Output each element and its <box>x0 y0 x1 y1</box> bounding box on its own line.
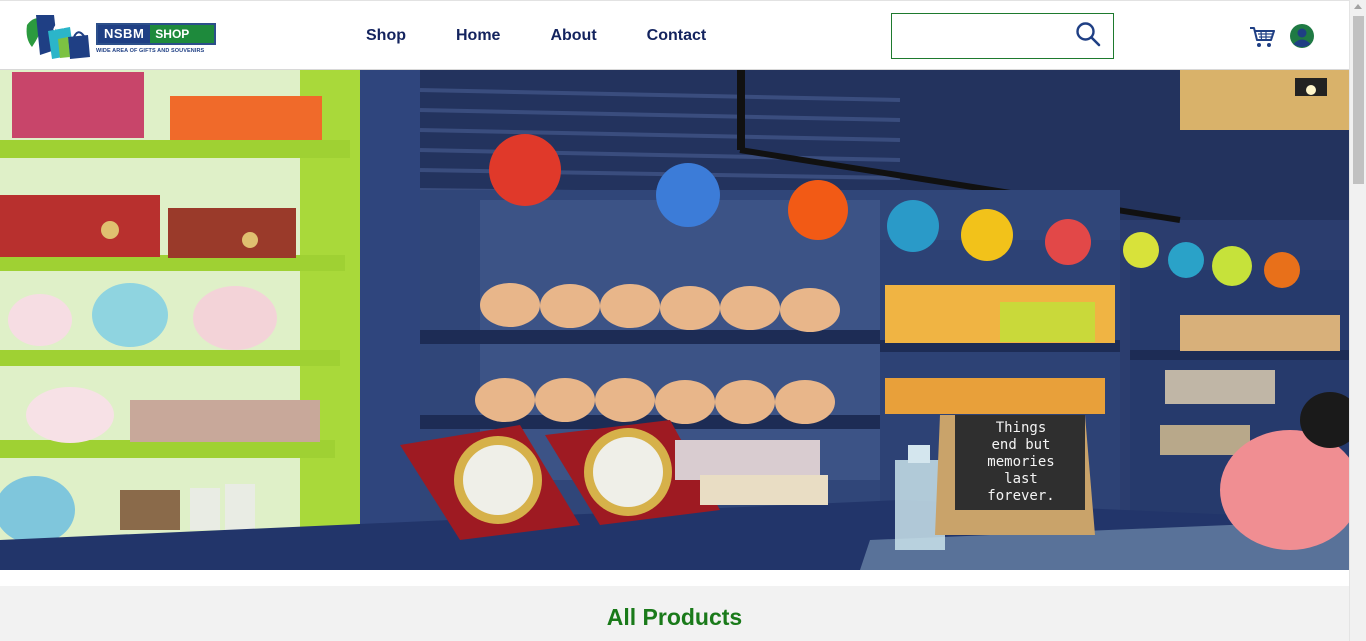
chalkboard-line: end but <box>991 437 1051 453</box>
chalkboard-text: Things end but memories last forever. <box>962 420 1080 505</box>
brand-logo[interactable]: NSBM SHOP WIDE AREA OF GIFTS AND SOUVENI… <box>24 11 220 61</box>
products-heading: All Products <box>606 604 743 630</box>
brand-name-badge: NSBM SHOP <box>96 23 216 45</box>
chalkboard-line: Things <box>995 420 1047 436</box>
user-icon[interactable] <box>1290 24 1314 48</box>
nav-item-shop[interactable]: Shop <box>366 26 406 46</box>
search-box <box>891 13 1114 59</box>
scrollbar-thumb[interactable] <box>1353 16 1364 184</box>
brand-tagline: WIDE AREA OF GIFTS AND SOUVENIRS <box>96 48 205 54</box>
main-nav: Shop Home About Contact <box>366 26 706 46</box>
search-input[interactable] <box>896 18 1066 54</box>
shopping-bags-logo-icon <box>26 15 90 59</box>
nav-item-home[interactable]: Home <box>456 26 500 46</box>
page: NSBM SHOP WIDE AREA OF GIFTS AND SOUVENI… <box>0 0 1349 641</box>
nav-item-contact[interactable]: Contact <box>647 26 707 46</box>
search-icon[interactable] <box>1075 21 1101 47</box>
page-scrollbar[interactable] <box>1349 0 1366 641</box>
scroll-up-arrow-icon[interactable] <box>1354 4 1362 9</box>
chalkboard-line: last <box>1004 471 1038 487</box>
brand-name-part2: SHOP <box>155 27 190 41</box>
hero-banner: Things end but memories last forever. <box>0 70 1349 570</box>
gift-shop-photo <box>0 70 1349 570</box>
cart-icon[interactable] <box>1249 25 1275 49</box>
chalkboard-line: memories <box>987 454 1055 470</box>
products-section: All Products <box>0 586 1349 641</box>
nav-item-about[interactable]: About <box>550 26 596 46</box>
chalkboard-line: forever. <box>987 488 1055 504</box>
brand-name-part1: NSBM <box>98 25 151 43</box>
site-header: NSBM SHOP WIDE AREA OF GIFTS AND SOUVENI… <box>0 0 1349 70</box>
